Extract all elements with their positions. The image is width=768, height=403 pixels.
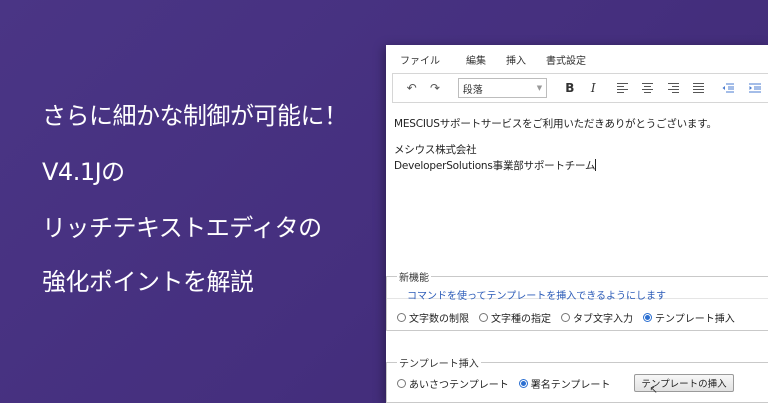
headline-line-3: リッチテキストエディタの [42,214,322,242]
template-insert-legend: テンプレート挿入 [399,359,479,370]
redo-button[interactable]: ↷ [424,78,445,98]
headline-line-2: V4.1Jの [42,158,125,186]
headline-line-4: 強化ポイントを解説 [42,268,254,296]
menubar: ファイル 編集 挿入 書式設定 [386,45,768,73]
feature-description: コマンドを使ってテンプレートを挿入できるようにします [407,291,666,302]
radio-signature-template[interactable]: 署名テンプレート [518,376,611,391]
align-right-icon [667,83,679,93]
editor-paragraph-team: DeveloperSolutions事業部サポートチーム [394,158,768,174]
radio-label: 文字種の指定 [491,314,551,325]
radio-label: テンプレート挿入 [655,314,735,325]
menu-format[interactable]: 書式設定 [546,52,586,67]
editor-team-text: DeveloperSolutions事業部サポートチーム [394,160,596,172]
align-left-icon [617,83,629,93]
new-features-legend: 新機能 [399,273,429,284]
outdent-button[interactable] [717,78,738,98]
undo-button[interactable]: ↶ [401,78,422,98]
radio-greeting-template[interactable]: あいさつテンプレート [397,376,509,391]
radio-label: あいさつテンプレート [409,379,509,391]
align-right-button[interactable] [663,78,684,98]
radio-char-type[interactable]: 文字種の指定 [479,310,551,325]
radio-indicator-selected [643,313,652,322]
block-format-select[interactable]: 段落 ▼ [457,78,548,98]
indent-icon [749,83,762,93]
align-center-button[interactable] [637,78,658,98]
radio-indicator [397,313,406,322]
template-insert-group: テンプレート挿入 あいさつテンプレート 署名テンプレート テンプレートの挿入 ↖ [386,355,768,403]
align-center-icon [642,83,654,93]
radio-label: タブ文字入力 [573,314,633,325]
italic-button[interactable]: I [583,78,604,98]
editor-window: ファイル 編集 挿入 書式設定 ↶ ↷ 段落 ▼ B I MESCIUSサポート… [386,45,768,403]
bold-icon: B [565,81,575,95]
radio-indicator [397,378,406,388]
editor-paragraph-greeting: MESCIUSサポートサービスをご利用いただきありがとうございます。 [394,118,717,130]
radio-template-insert[interactable]: テンプレート挿入 [643,310,735,325]
mouse-pointer-icon: ↖ [649,385,658,396]
radio-label: 文字数の制限 [409,314,469,325]
radio-tab-input[interactable]: タブ文字入力 [561,310,633,325]
menu-insert[interactable]: 挿入 [506,52,526,67]
menu-file[interactable]: ファイル [400,52,440,67]
radio-indicator [561,313,570,322]
align-justify-button[interactable] [688,78,709,98]
redo-icon: ↷ [430,81,441,95]
undo-icon: ↶ [406,81,417,95]
radio-indicator [479,313,488,322]
align-justify-icon [693,83,705,93]
menu-edit[interactable]: 編集 [466,52,486,67]
chevron-down-icon: ▼ [536,84,543,92]
headline-line-1: さらに細かな制御が可能に！ [42,102,348,130]
indent-button[interactable] [745,78,766,98]
new-features-group: 新機能 コマンドを使ってテンプレートを挿入できるようにします 文字数の制限 文字… [386,269,768,331]
italic-icon: I [590,81,596,95]
radio-label: 署名テンプレート [530,379,611,391]
outdent-icon [722,83,735,93]
text-caret [595,159,597,171]
block-format-value: 段落 [462,84,483,96]
feature-radio-group: 文字数の制限 文字種の指定 タブ文字入力 テンプレート挿入 [397,310,768,325]
toolbar: ↶ ↷ 段落 ▼ B I [392,73,768,103]
editor-paragraph-company: メシウス株式会社 [394,144,477,156]
bold-button[interactable]: B [559,78,580,98]
template-radio-group: あいさつテンプレート 署名テンプレート テンプレートの挿入 ↖ [397,374,768,396]
radio-indicator-selected [518,378,528,388]
radio-char-limit[interactable]: 文字数の制限 [397,310,469,325]
insert-template-button[interactable]: テンプレートの挿入 ↖ [634,374,734,396]
align-left-button[interactable] [612,78,633,98]
